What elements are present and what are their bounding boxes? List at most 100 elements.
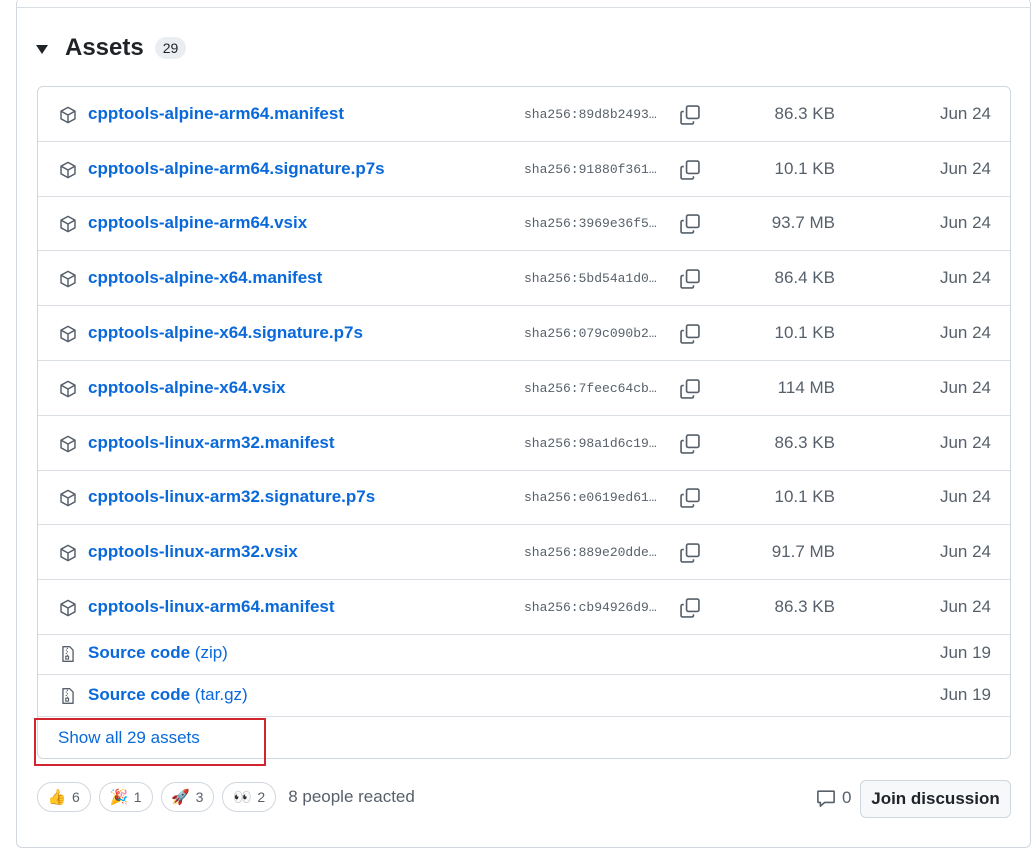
source-code-date: Jun 19 bbox=[939, 685, 991, 704]
package-icon bbox=[59, 599, 77, 617]
asset-sha: sha256:e0619ed61… bbox=[524, 490, 657, 505]
asset-size: 114 MB bbox=[777, 377, 835, 397]
package-icon bbox=[59, 489, 77, 507]
asset-link[interactable]: cpptools-alpine-x64.vsix bbox=[88, 378, 285, 398]
comment-count[interactable]: 0 bbox=[816, 788, 851, 808]
asset-link[interactable]: cpptools-linux-arm32.manifest bbox=[88, 433, 335, 453]
assets-toggle[interactable]: Assets 29 bbox=[36, 30, 187, 66]
reaction-count: 2 bbox=[257, 789, 266, 805]
source-code-row: Source code (tar.gz) Jun 19 bbox=[38, 675, 1010, 717]
comment-icon bbox=[817, 790, 835, 807]
asset-sha: sha256:5bd54a1d0… bbox=[524, 270, 657, 286]
reaction-button[interactable]: 🎉 1 bbox=[98, 782, 153, 812]
asset-row: cpptools-alpine-x64.signature.p7s sha256:… bbox=[38, 306, 1010, 361]
reaction-count: 6 bbox=[72, 789, 80, 805]
asset-link[interactable]: cpptools-alpine-arm64.vsix bbox=[88, 213, 307, 233]
package-icon bbox=[59, 435, 77, 453]
asset-size: 93.7 MB bbox=[771, 213, 835, 232]
asset-date: Jun 24 bbox=[939, 103, 991, 123]
rocket-icon: 🚀 bbox=[171, 789, 190, 806]
reaction-count: 3 bbox=[195, 789, 204, 805]
asset-row: cpptools-alpine-arm64.vsix sha256:3969e36… bbox=[38, 197, 1010, 251]
join-discussion-button[interactable]: Join discussion bbox=[860, 780, 1011, 818]
copy-icon[interactable] bbox=[679, 268, 701, 290]
asset-date: Jun 24 bbox=[939, 267, 991, 287]
copy-icon[interactable] bbox=[679, 597, 701, 619]
asset-row: cpptools-linux-arm32.vsix sha256:889e20dd… bbox=[38, 525, 1010, 580]
source-code-label: Source code bbox=[88, 643, 191, 662]
asset-date: Jun 24 bbox=[939, 377, 991, 397]
copy-icon[interactable] bbox=[679, 433, 701, 455]
asset-date: Jun 24 bbox=[939, 213, 991, 232]
asset-row: cpptools-alpine-arm64.signature.p7s sha25… bbox=[38, 142, 1010, 197]
copy-icon[interactable] bbox=[679, 542, 701, 564]
asset-row: cpptools-alpine-arm64.manifest sha256:89d… bbox=[38, 87, 1010, 142]
asset-size: 86.3 KB bbox=[774, 103, 836, 123]
thumbs-up-icon: 👍 bbox=[47, 789, 67, 806]
asset-row: cpptools-linux-arm32.manifest sha256:98a1… bbox=[38, 416, 1010, 471]
asset-sha: sha256:889e20dde… bbox=[524, 544, 657, 560]
file-zip-icon bbox=[59, 687, 77, 705]
reactions-bar: 👍 6 🎉 1 🚀 3 👀 2 8 people reacted bbox=[37, 780, 415, 814]
copy-icon[interactable] bbox=[679, 104, 701, 126]
asset-row: cpptools-alpine-x64.manifest sha256:5bd54… bbox=[38, 251, 1010, 306]
asset-date: Jun 24 bbox=[939, 487, 991, 506]
source-code-date: Jun 19 bbox=[939, 643, 991, 662]
source-code-format: (tar.gz) bbox=[194, 685, 248, 704]
asset-link[interactable]: cpptools-linux-arm32.signature.p7s bbox=[88, 487, 375, 507]
asset-sha: sha256:98a1d6c19… bbox=[524, 435, 657, 451]
assets-title: Assets bbox=[65, 34, 144, 61]
asset-row: cpptools-alpine-x64.vsix sha256:7feec64cb… bbox=[38, 361, 1010, 416]
assets-count-badge: 29 bbox=[154, 37, 187, 59]
package-icon bbox=[59, 270, 77, 288]
source-code-label: Source code bbox=[88, 685, 191, 704]
copy-icon[interactable] bbox=[679, 323, 701, 345]
asset-row: cpptools-linux-arm32.signature.p7s sha256… bbox=[38, 471, 1010, 525]
asset-link[interactable]: cpptools-linux-arm64.manifest bbox=[88, 597, 335, 617]
asset-date: Jun 24 bbox=[939, 158, 991, 178]
source-code-format: (zip) bbox=[194, 643, 228, 662]
triangle-down-icon bbox=[36, 45, 48, 54]
copy-icon[interactable] bbox=[679, 159, 701, 181]
package-icon bbox=[59, 325, 77, 343]
asset-size: 10.1 KB bbox=[774, 158, 836, 178]
asset-link[interactable]: cpptools-alpine-x64.signature.p7s bbox=[88, 323, 363, 343]
file-zip-icon bbox=[59, 645, 77, 663]
asset-date: Jun 24 bbox=[939, 322, 991, 342]
asset-link[interactable]: cpptools-alpine-x64.manifest bbox=[88, 268, 322, 288]
asset-sha: sha256:89d8b2493… bbox=[524, 106, 657, 122]
asset-size: 10.1 KB bbox=[774, 322, 836, 342]
asset-sha: sha256:7feec64cb… bbox=[524, 380, 657, 396]
package-icon bbox=[59, 161, 77, 179]
source-code-link[interactable]: Source code (zip) bbox=[88, 643, 228, 663]
copy-icon[interactable] bbox=[679, 213, 701, 235]
asset-link[interactable]: cpptools-alpine-arm64.signature.p7s bbox=[88, 159, 385, 179]
asset-sha: sha256:3969e36f5… bbox=[524, 216, 657, 231]
reaction-button[interactable]: 👀 2 bbox=[222, 782, 277, 812]
package-icon bbox=[59, 544, 77, 562]
package-icon bbox=[59, 106, 77, 124]
source-code-link[interactable]: Source code (tar.gz) bbox=[88, 685, 248, 705]
eyes-icon: 👀 bbox=[233, 789, 252, 806]
copy-icon[interactable] bbox=[679, 378, 701, 400]
reaction-count: 1 bbox=[133, 789, 142, 805]
asset-size: 86.3 KB bbox=[774, 432, 836, 452]
comment-count-text: 0 bbox=[842, 788, 852, 807]
asset-sha: sha256:079c090b2… bbox=[524, 325, 657, 341]
asset-date: Jun 24 bbox=[939, 432, 991, 452]
asset-date: Jun 24 bbox=[939, 596, 991, 616]
copy-icon[interactable] bbox=[679, 487, 701, 509]
package-icon bbox=[59, 380, 77, 398]
asset-row: cpptools-linux-arm64.manifest sha256:cb94… bbox=[38, 580, 1010, 635]
package-icon bbox=[59, 215, 77, 233]
asset-date: Jun 24 bbox=[939, 541, 991, 561]
asset-link[interactable]: cpptools-alpine-arm64.manifest bbox=[88, 104, 344, 124]
reaction-button[interactable]: 👍 6 bbox=[37, 782, 91, 812]
asset-size: 91.7 MB bbox=[771, 541, 835, 561]
assets-list: cpptools-alpine-arm64.manifest sha256:89d… bbox=[37, 86, 1011, 759]
source-code-row: Source code (zip) Jun 19 bbox=[38, 633, 1010, 675]
reactions-summary: 8 people reacted bbox=[288, 787, 415, 806]
asset-size: 86.3 KB bbox=[774, 596, 836, 616]
reaction-button[interactable]: 🚀 3 bbox=[160, 782, 215, 812]
asset-link[interactable]: cpptools-linux-arm32.vsix bbox=[88, 542, 298, 562]
